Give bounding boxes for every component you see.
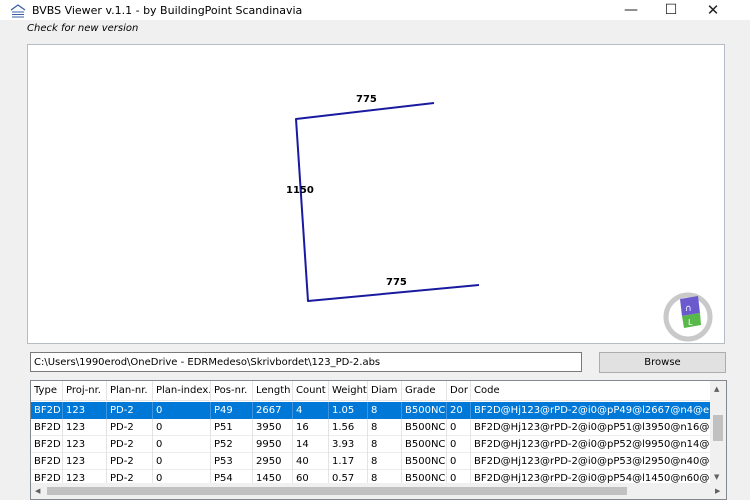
horizontal-scroll-thumb[interactable] — [47, 487, 627, 495]
table-cell: 2667 — [253, 402, 293, 419]
table-cell: PD-2 — [107, 419, 153, 436]
trimble-connect-logo-icon: ∩ L — [663, 292, 713, 342]
menu-bar: Check for new version — [0, 20, 750, 40]
table-cell: P53 — [211, 453, 253, 470]
table-cell: 1.05 — [329, 402, 368, 419]
close-icon: ✕ — [706, 1, 720, 19]
dimension-middle: 1150 — [286, 185, 314, 196]
table-row[interactable]: BF2D 123 PD-2 0 P53 2950 40 1.17 8 B500NC 0 BF2D@Hj… — [31, 453, 711, 470]
table-cell: PD-2 — [107, 436, 153, 453]
table-cell: 123 — [63, 436, 107, 453]
grid-header: Type Proj-nr. Plan-nr. Plan-index. Pos-nr. Le… — [31, 381, 711, 401]
svg-text:L: L — [688, 318, 693, 327]
scroll-up-icon[interactable]: ▲ — [714, 385, 719, 393]
app-icon — [10, 4, 26, 18]
column-header[interactable]: Length — [253, 381, 293, 401]
table-cell: 8 — [368, 419, 402, 436]
table-row[interactable]: BF2D 123 PD-2 0 P52 9950 14 3.93 8 B500NC 0 BF2D@Hj… — [31, 436, 711, 453]
minimize-button[interactable]: — — [614, 0, 648, 22]
table-cell: B500NC — [402, 402, 447, 419]
table-cell: 3.93 — [329, 436, 368, 453]
table-cell: 1.56 — [329, 419, 368, 436]
shape-preview-canvas: ∩ L 775 1150 775 — [27, 44, 725, 344]
scroll-down-icon[interactable]: ▼ — [714, 473, 719, 481]
column-header[interactable]: Plan-index. — [153, 381, 211, 401]
rebar-data-grid[interactable]: Type Proj-nr. Plan-nr. Plan-index. Pos-nr. Le… — [30, 380, 727, 500]
column-header[interactable]: Weight — [329, 381, 368, 401]
column-header[interactable]: Grade — [402, 381, 447, 401]
rebar-shape-drawing: ∩ L — [295, 102, 713, 342]
table-cell: B500NC — [402, 436, 447, 453]
table-cell: 16 — [293, 419, 329, 436]
table-row[interactable]: BF2D 123 PD-2 0 P49 2667 4 1.05 8 B500NC 20 BF2D@Hj… — [31, 402, 711, 419]
table-cell: BF2D@Hj123@rPD-2@i0@pP49@l2667@n4@e1 — [471, 402, 711, 419]
column-header[interactable]: Type — [31, 381, 63, 401]
column-header[interactable]: Code — [471, 381, 711, 401]
column-header[interactable]: Diam — [368, 381, 402, 401]
dimension-top: 775 — [356, 94, 377, 105]
table-cell: 0 — [153, 419, 211, 436]
table-cell: P51 — [211, 419, 253, 436]
table-cell: 8 — [368, 436, 402, 453]
column-header[interactable]: Count — [293, 381, 329, 401]
table-cell: 20 — [447, 402, 471, 419]
table-cell: 0 — [153, 436, 211, 453]
check-version-menu-item[interactable]: Check for new version — [27, 23, 138, 34]
column-header[interactable]: Dor — [447, 381, 471, 401]
svg-text:∩: ∩ — [685, 304, 692, 314]
table-cell: 3950 — [253, 419, 293, 436]
table-cell: B500NC — [402, 453, 447, 470]
table-cell: PD-2 — [107, 453, 153, 470]
table-cell: 40 — [293, 453, 329, 470]
column-header[interactable]: Plan-nr. — [107, 381, 153, 401]
table-cell: 123 — [63, 402, 107, 419]
maximize-icon: ☐ — [664, 2, 678, 18]
file-path-input[interactable] — [30, 352, 582, 372]
table-cell: 123 — [63, 453, 107, 470]
table-cell: 2950 — [253, 453, 293, 470]
vertical-scrollbar[interactable]: ▲ ▼ — [710, 381, 726, 485]
scroll-right-icon[interactable]: ▶ — [715, 487, 720, 495]
close-button[interactable]: ✕ — [696, 0, 730, 22]
table-row[interactable]: BF2D 123 PD-2 0 P51 3950 16 1.56 8 B500NC 0 BF2D@Hj… — [31, 419, 711, 436]
window-title: BVBS Viewer v.1.1 - by BuildingPoint Sca… — [32, 4, 303, 17]
column-header[interactable]: Pos-nr. — [211, 381, 253, 401]
table-cell: B500NC — [402, 419, 447, 436]
table-cell: 4 — [293, 402, 329, 419]
table-cell: 123 — [63, 419, 107, 436]
table-cell: BF2D — [31, 436, 63, 453]
table-cell: 0 — [447, 419, 471, 436]
horizontal-scrollbar[interactable]: ◀ ▶ — [31, 483, 726, 499]
browse-button[interactable]: Browse — [599, 352, 726, 373]
table-cell: 0 — [447, 453, 471, 470]
vertical-scroll-thumb[interactable] — [713, 415, 723, 441]
table-cell: 14 — [293, 436, 329, 453]
table-cell: 0 — [153, 453, 211, 470]
table-cell: 0 — [447, 436, 471, 453]
table-cell: 8 — [368, 453, 402, 470]
column-header[interactable]: Proj-nr. — [63, 381, 107, 401]
rebar-shape-line — [295, 102, 480, 302]
dimension-bottom: 775 — [386, 277, 407, 288]
table-cell: P49 — [211, 402, 253, 419]
table-cell: BF2D — [31, 419, 63, 436]
table-cell: P52 — [211, 436, 253, 453]
table-cell: BF2D@Hj123@rPD-2@i0@pP53@l2950@n40@e — [471, 453, 711, 470]
scroll-left-icon[interactable]: ◀ — [35, 487, 40, 495]
table-cell: 8 — [368, 402, 402, 419]
table-cell: BF2D — [31, 453, 63, 470]
table-cell: BF2D@Hj123@rPD-2@i0@pP51@l3950@n16@e — [471, 419, 711, 436]
maximize-button[interactable]: ☐ — [654, 0, 688, 22]
minimize-icon: — — [624, 2, 638, 18]
table-cell: 0 — [153, 402, 211, 419]
table-cell: PD-2 — [107, 402, 153, 419]
table-cell: 1.17 — [329, 453, 368, 470]
table-cell: BF2D@Hj123@rPD-2@i0@pP52@l9950@n14@e — [471, 436, 711, 453]
table-cell: BF2D — [31, 402, 63, 419]
table-cell: 9950 — [253, 436, 293, 453]
